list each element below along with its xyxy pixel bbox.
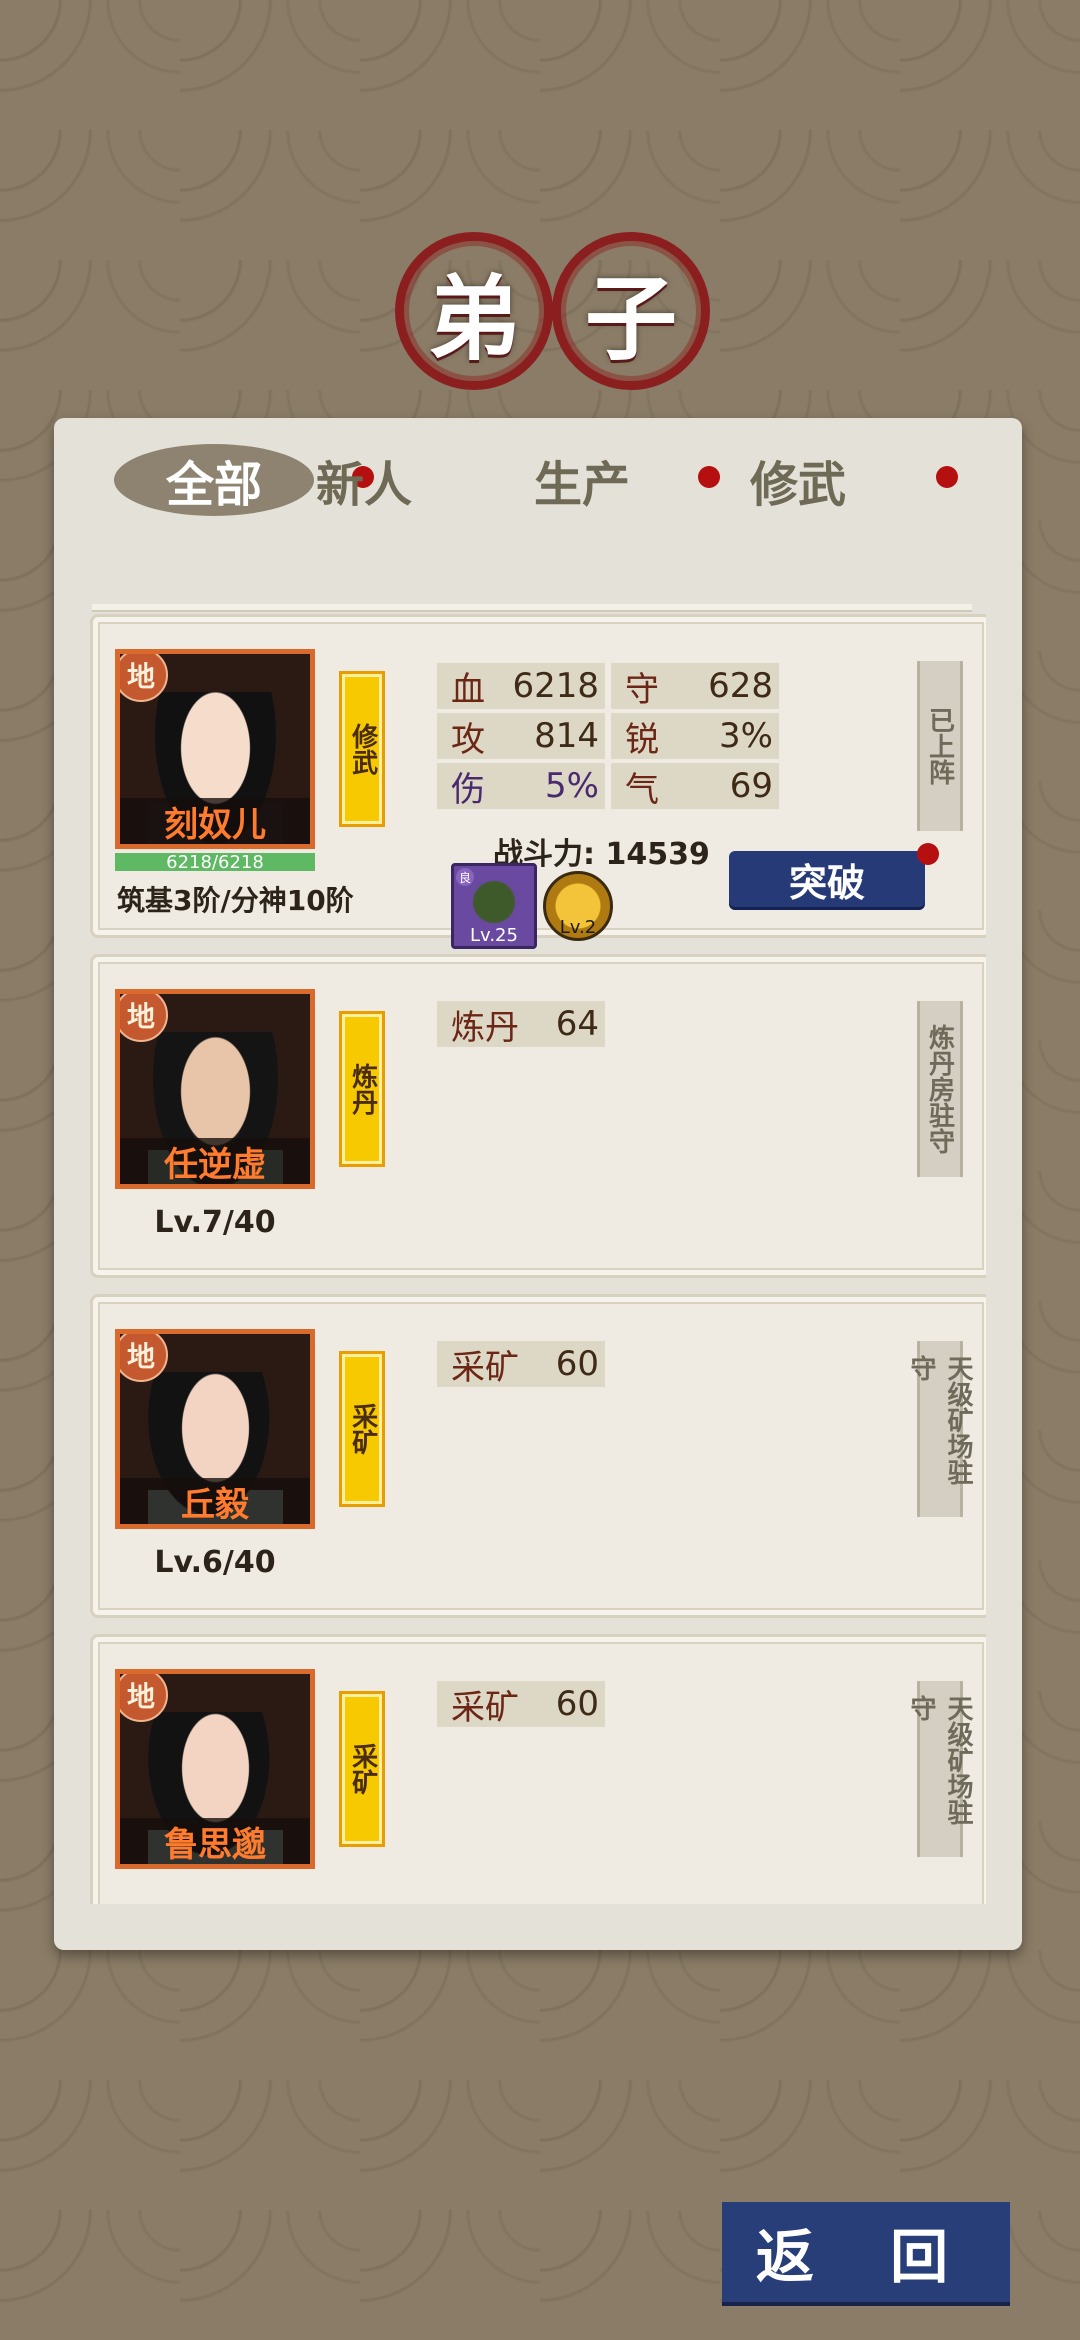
page-title: 弟 子	[0, 232, 1080, 392]
avatar[interactable]: 地 任逆虚	[115, 989, 315, 1189]
skill-stat: 采矿 60	[437, 1341, 605, 1388]
title-seal-1: 弟	[395, 232, 553, 390]
tab-martial-badge	[936, 466, 958, 488]
stat-label: 气	[625, 769, 659, 810]
stat-sharpness: 锐 3%	[611, 713, 779, 760]
disciple-card[interactable]: 地 刻奴儿 6218/6218 筑基3阶/分神10阶 修武 血 6218 守 628…	[90, 614, 986, 949]
combat-power-value: 14539	[605, 837, 710, 872]
rank-badge: 地	[120, 1334, 168, 1382]
stat-value: 814	[534, 716, 599, 756]
breakthrough-button[interactable]: 突破	[729, 851, 925, 907]
stat-qi: 气 69	[611, 763, 779, 810]
disciple-list[interactable]: 地 刻奴儿 6218/6218 筑基3阶/分神10阶 修武 血 6218 守 628…	[90, 614, 986, 1904]
skill-label: 采矿	[451, 1687, 519, 1728]
role-tag: 修武	[339, 671, 385, 827]
stat-value: 6218	[512, 666, 599, 706]
disciple-card[interactable]: 地 任逆虚 炼丹 炼丹 64 Lv.7/40 炼丹房驻守	[90, 954, 986, 1278]
skill-label: 采矿	[451, 1347, 519, 1388]
equipment-slot-1[interactable]: 良 Lv.25	[451, 863, 537, 949]
tab-bar: 全部 新人 生产 修武	[114, 444, 994, 524]
disciple-name: 鲁思邈	[120, 1818, 310, 1864]
rank-badge: 地	[120, 1674, 168, 1722]
stat-label: 攻	[451, 719, 485, 760]
stat-value: 628	[708, 666, 773, 706]
avatar[interactable]: 地 鲁思邈	[115, 1669, 315, 1869]
stat-label: 守	[625, 669, 659, 710]
title-seal-2: 子	[552, 232, 710, 390]
back-button[interactable]: 返 回	[722, 2202, 1010, 2302]
stat-value: 69	[729, 766, 773, 806]
status-tag: 天级矿场驻守	[906, 1681, 973, 1857]
stat-value: 5%	[545, 766, 599, 806]
disciple-panel: 全部 新人 生产 修武 地 刻奴儿 6218/6218 筑基3阶/分神10阶 修…	[54, 418, 1022, 1950]
level-text: Lv.7/40	[154, 1205, 276, 1240]
status-tag: 已上阵	[917, 661, 963, 831]
avatar[interactable]: 地 刻奴儿	[115, 649, 315, 849]
skill-value: 64	[555, 1004, 599, 1044]
stat-label: 血	[451, 669, 485, 710]
equipment-level: Lv.2	[559, 917, 597, 938]
breakthrough-badge	[917, 843, 939, 865]
disciple-name: 任逆虚	[120, 1138, 310, 1184]
role-tag: 炼丹	[339, 1011, 385, 1167]
hp-bar: 6218/6218	[115, 852, 315, 873]
disciple-name: 刻奴儿	[120, 798, 310, 844]
stat-value: 3%	[719, 716, 773, 756]
disciple-card[interactable]: 地 丘毅 采矿 采矿 60 Lv.6/40 天级矿场驻守	[90, 1294, 986, 1618]
rank-badge: 地	[120, 654, 168, 702]
tab-new[interactable]: 新人	[264, 444, 464, 516]
list-top-divider	[92, 604, 972, 612]
skill-stat: 炼丹 64	[437, 1001, 605, 1048]
equipment-level: Lv.25	[470, 925, 518, 946]
realm-text: 筑基3阶/分神10阶	[117, 884, 354, 917]
tab-martial[interactable]: 修武	[698, 444, 898, 516]
skill-value: 60	[555, 1344, 599, 1384]
role-tag: 采矿	[339, 1351, 385, 1507]
stat-attack: 攻 814	[437, 713, 605, 760]
skill-value: 60	[555, 1684, 599, 1724]
rank-badge: 地	[120, 994, 168, 1042]
stat-defense: 守 628	[611, 663, 779, 710]
avatar[interactable]: 地 丘毅	[115, 1329, 315, 1529]
stat-label: 锐	[625, 719, 659, 760]
role-tag: 采矿	[339, 1691, 385, 1847]
status-tag: 炼丹房驻守	[917, 1001, 963, 1177]
skill-label: 炼丹	[451, 1007, 519, 1048]
disciple-name: 丘毅	[120, 1478, 310, 1524]
quality-badge: 良	[456, 868, 474, 886]
stat-damage: 伤 5%	[437, 763, 605, 810]
status-tag: 天级矿场驻守	[906, 1341, 973, 1517]
stat-hp: 血 6218	[437, 663, 605, 710]
tab-production[interactable]: 生产	[482, 444, 682, 516]
level-text: Lv.6/40	[154, 1545, 276, 1580]
equipment-slot-2[interactable]: Lv.2	[543, 871, 613, 941]
stat-label: 伤	[451, 769, 485, 810]
disciple-card[interactable]: 地 鲁思邈 采矿 采矿 60 天级矿场驻守	[90, 1634, 986, 1904]
skill-stat: 采矿 60	[437, 1681, 605, 1728]
